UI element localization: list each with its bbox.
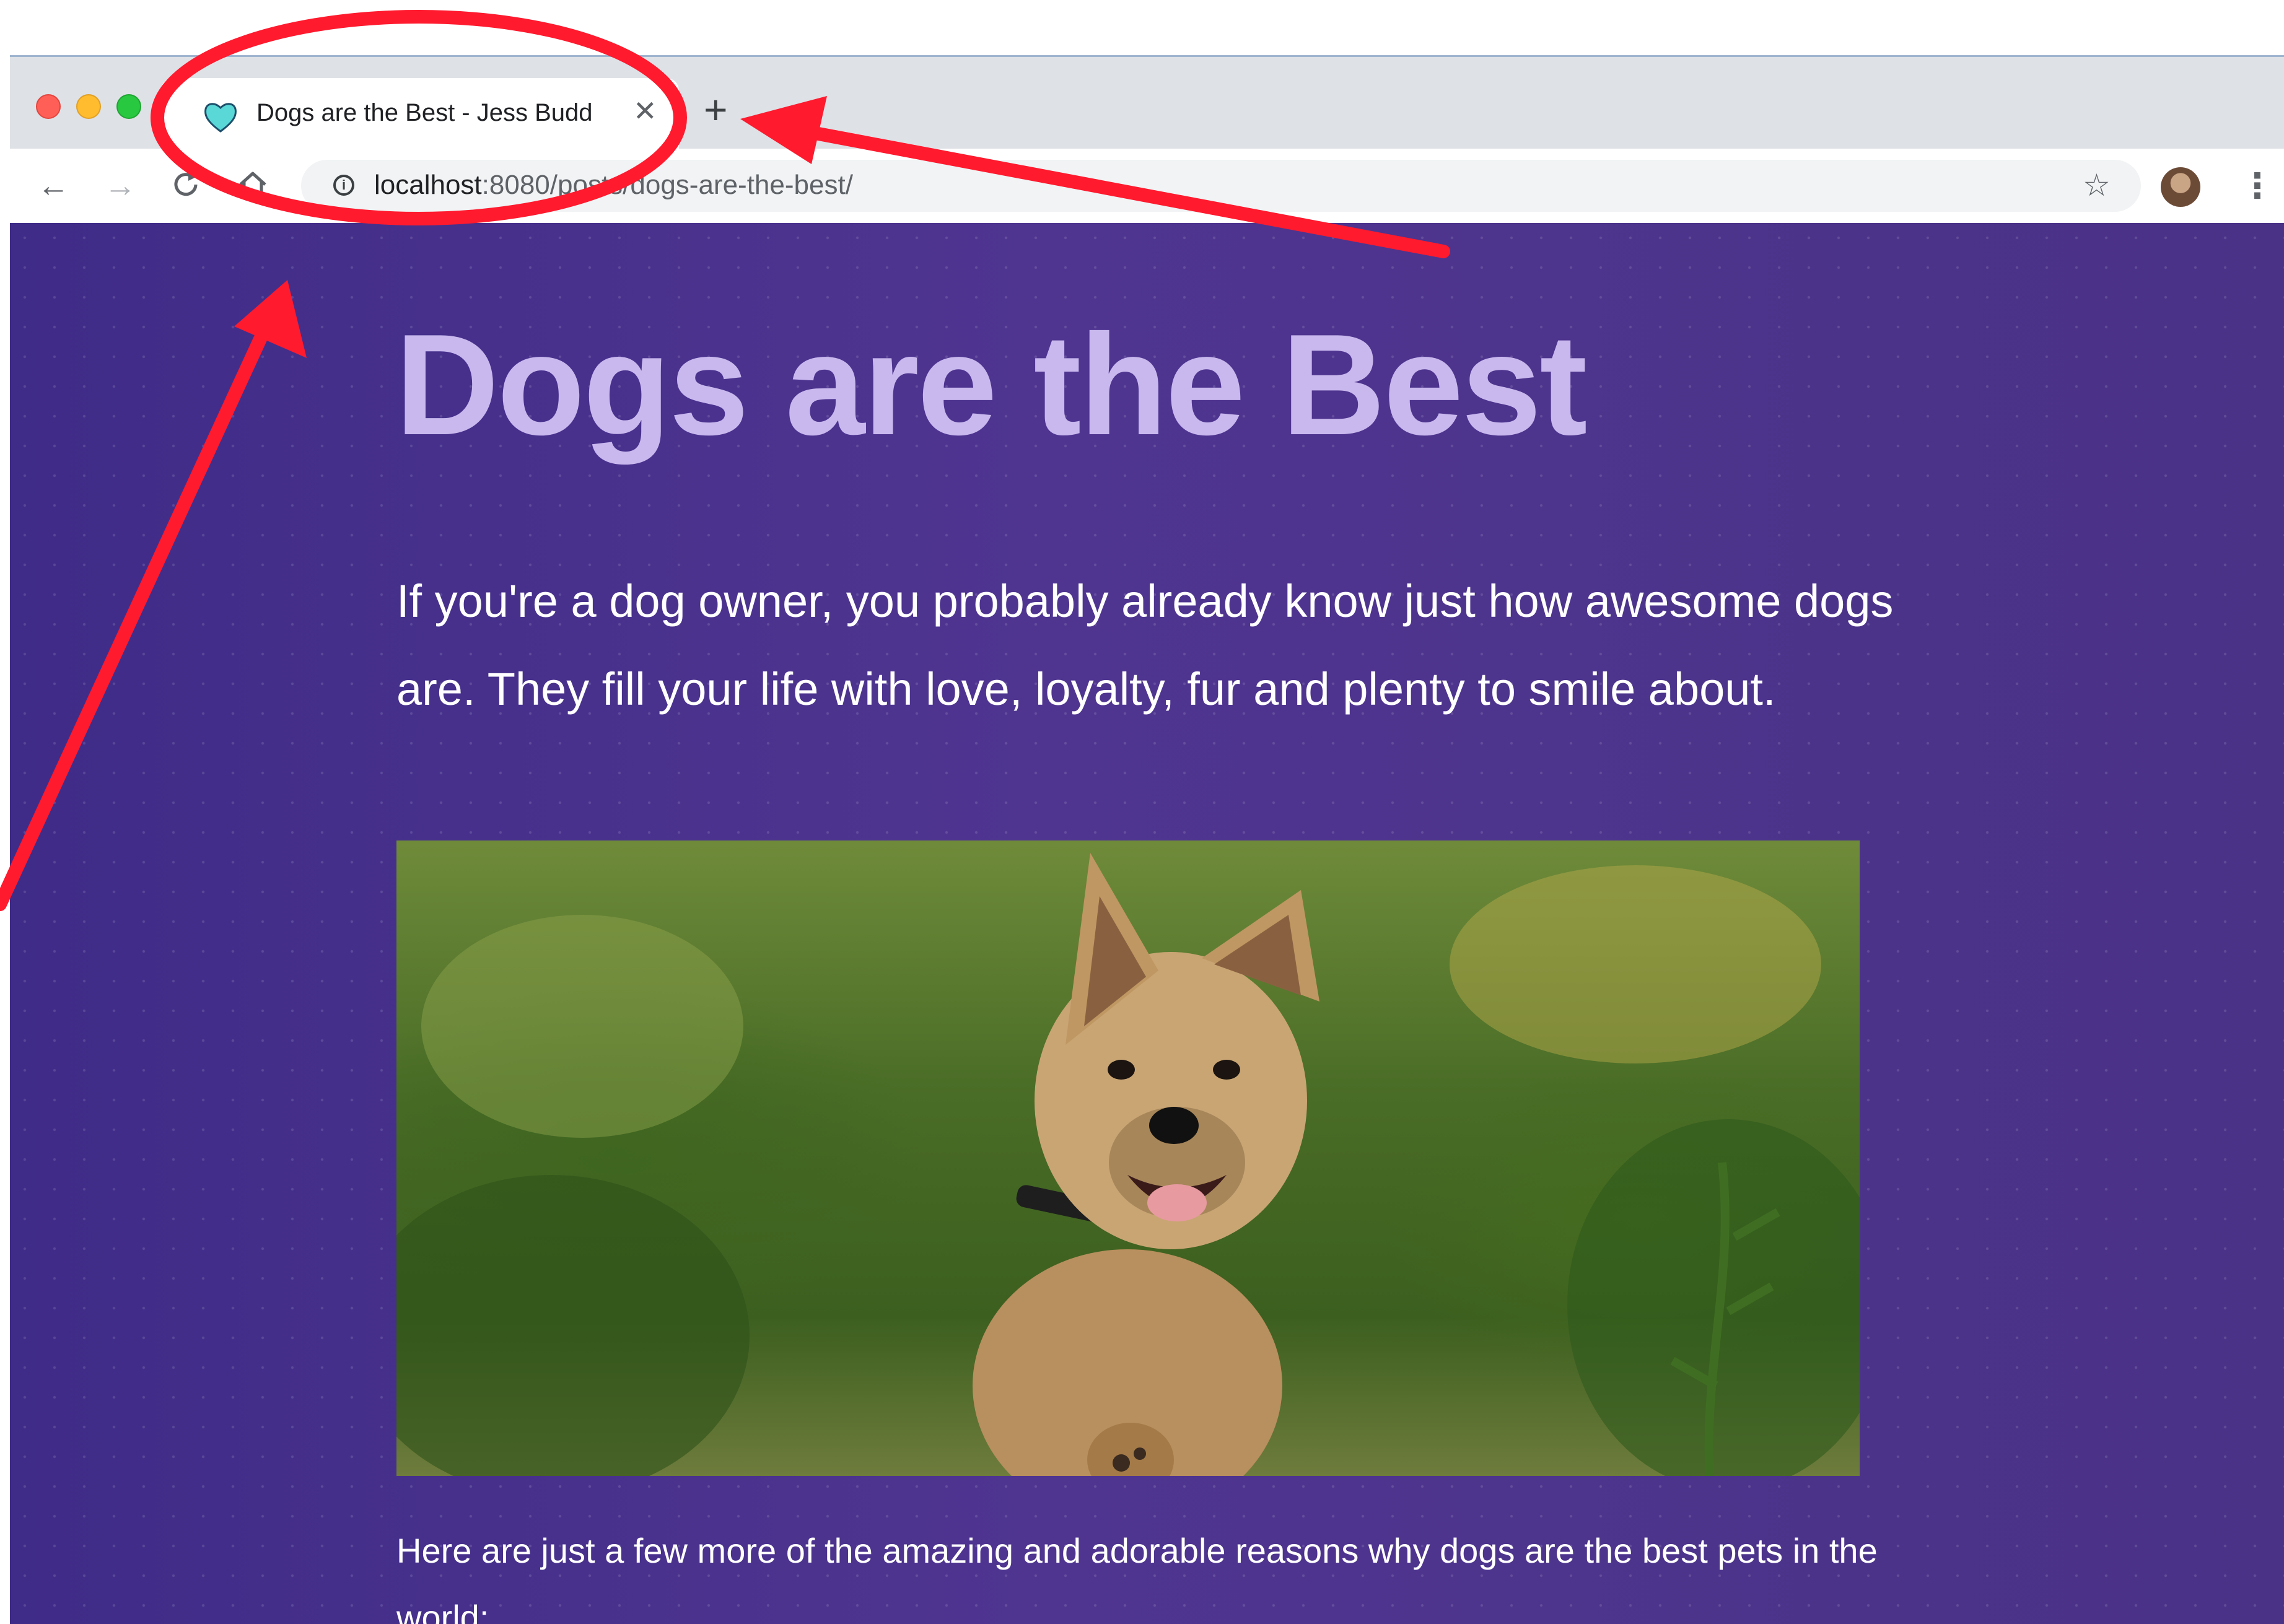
close-icon[interactable]: ✕ bbox=[633, 94, 657, 128]
tab-strip: Dogs are the Best - Jess Budd ✕ + bbox=[10, 57, 2284, 149]
post-paragraph: Here are just a few more of the amazing … bbox=[396, 1531, 1878, 1624]
window-close-button[interactable] bbox=[36, 94, 61, 119]
reload-icon[interactable] bbox=[170, 168, 202, 201]
url-path: :8080/posts/dogs-are-the-best/ bbox=[481, 170, 853, 200]
url-host: localhost bbox=[374, 170, 482, 200]
window-minimize-button[interactable] bbox=[76, 94, 101, 119]
dog-illustration bbox=[396, 853, 1860, 1476]
active-tab[interactable]: Dogs are the Best - Jess Budd ✕ bbox=[161, 78, 679, 149]
post-intro: If you're a dog owner, you probably alre… bbox=[396, 575, 1894, 715]
heart-icon bbox=[204, 103, 237, 133]
post-title: Dogs are the Best bbox=[395, 305, 1588, 465]
tab-title: Dogs are the Best - Jess Budd bbox=[256, 99, 593, 126]
profile-avatar[interactable] bbox=[2161, 167, 2200, 207]
star-icon[interactable]: ☆ bbox=[2083, 170, 2111, 201]
kebab-menu-icon[interactable]: ⋮ bbox=[2240, 168, 2275, 203]
hero-image bbox=[396, 840, 1860, 1476]
plus-icon[interactable]: + bbox=[704, 89, 728, 130]
arrow-right-icon[interactable]: → bbox=[104, 168, 136, 203]
url-text[interactable]: localhost:8080/posts/dogs-are-the-best/ bbox=[374, 170, 853, 201]
info-icon[interactable]: i bbox=[333, 175, 354, 196]
browser-window: Dogs are the Best - Jess Budd ✕ + ← → i … bbox=[10, 55, 2284, 1624]
window-maximize-button[interactable] bbox=[116, 94, 141, 119]
address-bar[interactable]: i localhost:8080/posts/dogs-are-the-best… bbox=[301, 160, 2141, 212]
toolbar: ← → i localhost:8080/posts/dogs-are-the-… bbox=[10, 149, 2284, 224]
home-icon[interactable] bbox=[237, 168, 269, 201]
page-content: Dogs are the Best If you're a dog owner,… bbox=[10, 223, 2284, 1624]
arrow-left-icon[interactable]: ← bbox=[37, 168, 69, 203]
